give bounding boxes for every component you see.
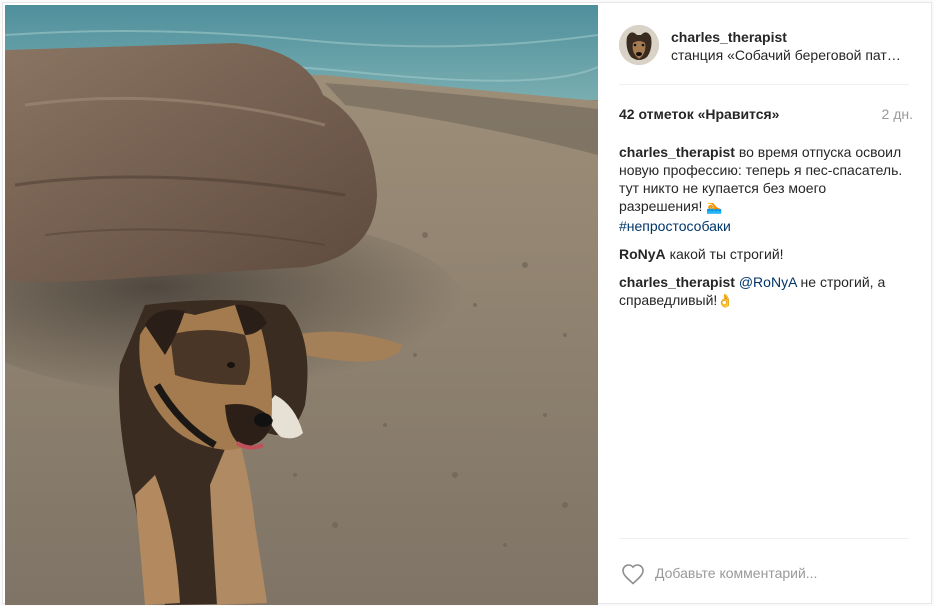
location-link[interactable]: станция «Собачий береговой пат… xyxy=(671,47,911,63)
ok-hand-emoji: 👌 xyxy=(717,294,734,309)
comment-author[interactable]: charles_therapist xyxy=(619,274,735,290)
post-photo[interactable] xyxy=(5,5,598,605)
likes-count[interactable]: 42 отметок «Нравится» xyxy=(619,106,779,122)
heart-icon[interactable] xyxy=(621,563,645,585)
post-card: charles_therapist станция «Собачий берег… xyxy=(2,2,933,605)
list-item: charles_therapist @RoNyA не строгий, а с… xyxy=(619,273,911,311)
caption-comment: charles_therapist во время отпуска освои… xyxy=(619,143,911,235)
hashtag-link[interactable]: #непростособаки xyxy=(619,218,731,234)
comment-footer xyxy=(619,538,909,604)
comments-list: charles_therapist во время отпуска освои… xyxy=(619,143,911,321)
swimmer-emoji: 🏊 xyxy=(706,200,723,215)
post-details-panel: charles_therapist станция «Собачий берег… xyxy=(599,5,933,605)
likes-row: 42 отметок «Нравится» 2 дн. xyxy=(619,106,913,126)
comment-author[interactable]: RoNyA xyxy=(619,246,666,262)
post-header: charles_therapist станция «Собачий берег… xyxy=(619,23,909,85)
comment-input[interactable] xyxy=(655,561,905,585)
comment-text: какой ты строгий! xyxy=(669,246,784,262)
mention-link[interactable]: @RoNyA xyxy=(739,274,797,290)
beach-dog-photo xyxy=(5,5,598,605)
comment-author[interactable]: charles_therapist xyxy=(619,144,735,160)
dog-avatar-icon xyxy=(619,25,659,65)
username-link[interactable]: charles_therapist xyxy=(671,29,787,45)
list-item: RoNyA какой ты строгий! xyxy=(619,245,911,263)
avatar[interactable] xyxy=(619,25,659,65)
post-time[interactable]: 2 дн. xyxy=(882,106,913,122)
